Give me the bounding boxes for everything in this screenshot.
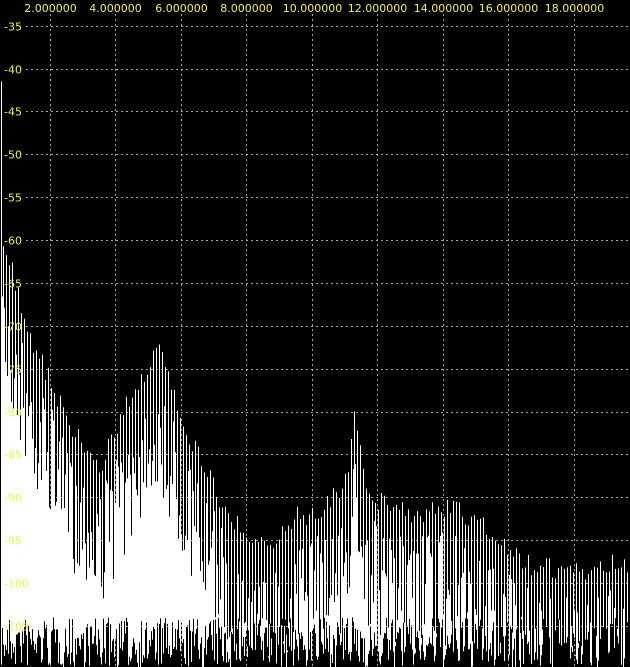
x-tick-label: 12.000000	[348, 2, 408, 15]
y-tick-label: -40	[4, 64, 22, 77]
x-tick-label: 8.000000	[220, 2, 273, 15]
spectrum-chart: 2.000000 4.000000 6.000000 8.000000 10.00000…	[1, 2, 630, 667]
y-tick-label: -80	[4, 407, 22, 420]
y-tick-label: -90	[4, 492, 22, 505]
x-tick-label: 16.000000	[479, 2, 539, 15]
y-tick-label: -70	[4, 321, 22, 334]
x-tick-label: 10.000000	[283, 2, 343, 15]
x-tick-label: 14.000000	[414, 2, 474, 15]
signal-trace	[1, 81, 628, 667]
y-tick-label: -55	[4, 192, 22, 205]
y-tick-label: -75	[4, 364, 22, 377]
y-tick-label: -65	[4, 278, 22, 291]
tick-labels: 2.000000 4.000000 6.000000 8.000000 10.00000…	[4, 2, 604, 634]
y-tick-label: -50	[4, 149, 22, 162]
y-tick-label: -100	[4, 578, 29, 591]
x-tick-label: 4.000000	[89, 2, 142, 15]
y-tick-label: -45	[4, 106, 22, 119]
x-tick-label: 2.000000	[24, 2, 77, 15]
y-tick-label: -95	[4, 535, 22, 548]
y-tick-label: -60	[4, 235, 22, 248]
y-tick-label: -85	[4, 449, 22, 462]
y-tick-label: -105	[4, 621, 29, 634]
y-tick-label: -35	[4, 21, 22, 34]
x-tick-label: 18.000000	[545, 2, 605, 15]
x-tick-label: 6.000000	[155, 2, 208, 15]
